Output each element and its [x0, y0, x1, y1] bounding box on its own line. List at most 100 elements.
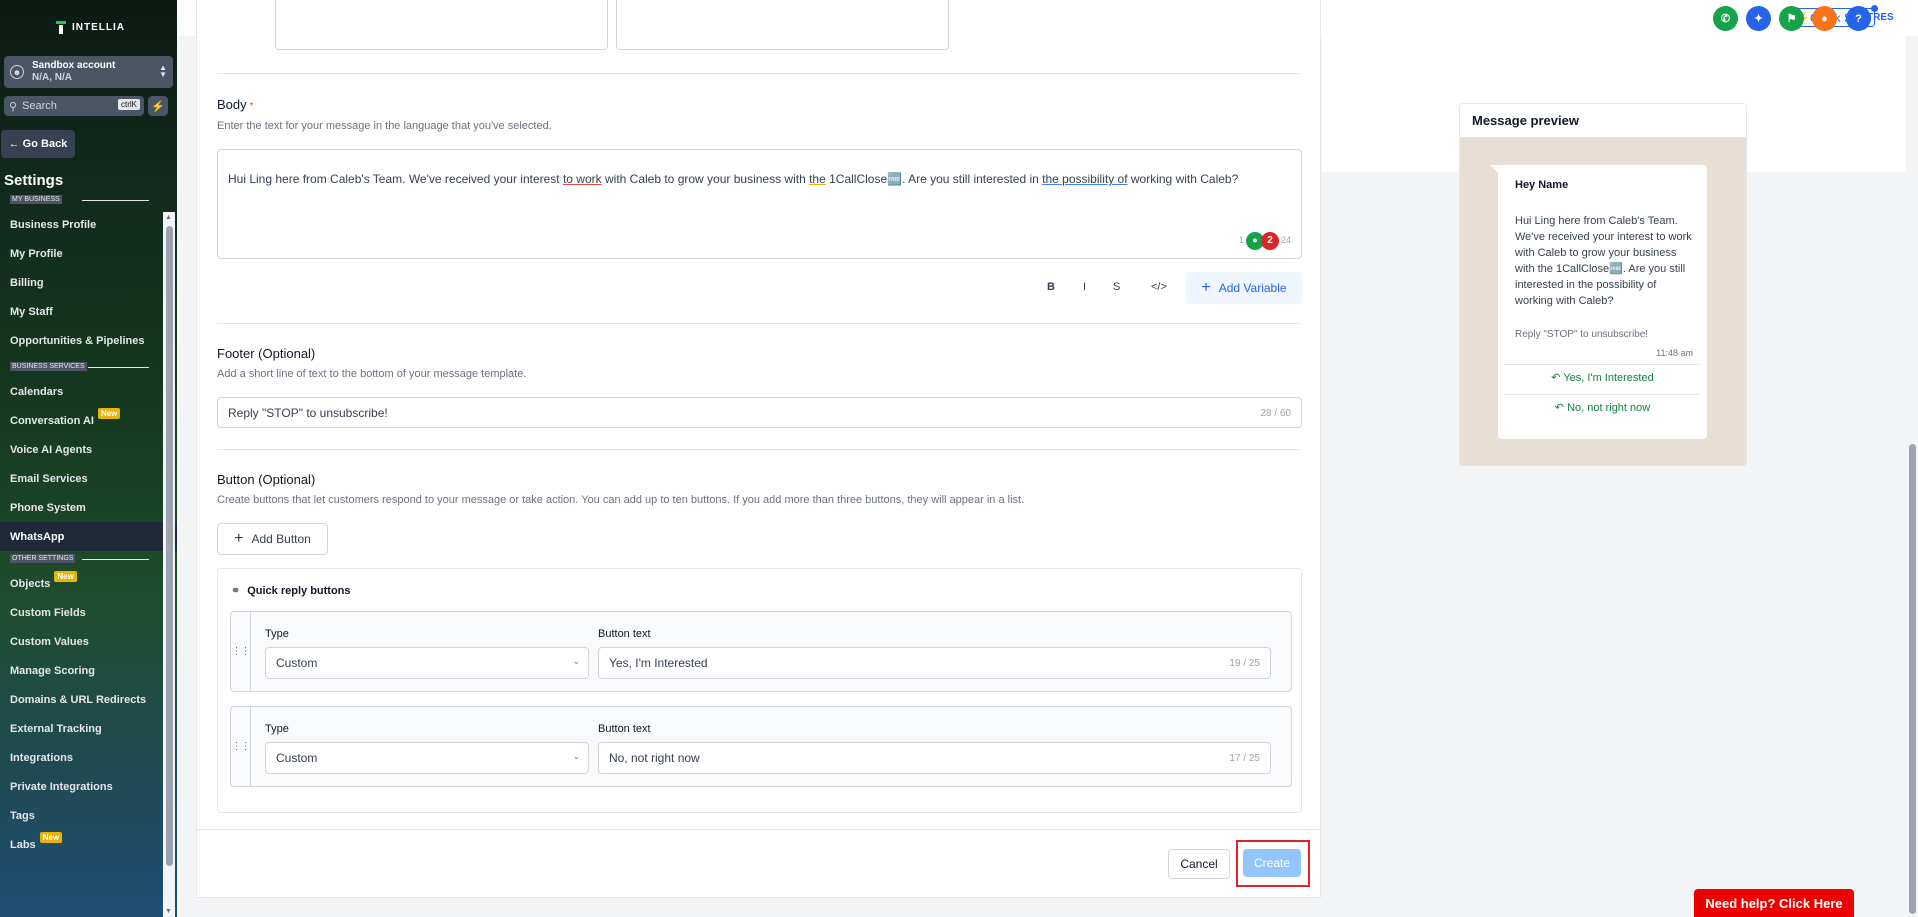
sidebar-search[interactable]: ⚲ Search ctrlK — [4, 96, 144, 116]
sidebar-item-calendars[interactable]: Calendars — [0, 377, 177, 406]
grammar-checker[interactable]: 1 ● 2 24 — [1239, 231, 1291, 250]
language-select[interactable] — [616, 0, 949, 50]
add-variable-label: Add Variable — [1218, 281, 1287, 295]
sidebar-item-labs[interactable]: Labs New — [0, 830, 177, 859]
section-business-services: BUSINESS SERVICES — [0, 359, 177, 377]
preview-reply-1: ↶ Yes, I'm Interested — [1551, 372, 1654, 384]
category-select[interactable] — [275, 0, 608, 50]
button-text-input[interactable]: Yes, I'm Interested 19 / 25 — [598, 647, 1271, 679]
sidebar-item-tags[interactable]: Tags — [0, 801, 177, 830]
chevron-down-icon: ⌄ — [572, 751, 580, 761]
page-scrollbar[interactable] — [1906, 36, 1918, 917]
account-name: Sandbox account — [32, 60, 116, 71]
sidebar-item-objects[interactable]: Objects New — [0, 569, 177, 598]
search-icon: ⚲ — [9, 100, 18, 113]
type-select[interactable]: Custom ⌄ — [265, 647, 589, 679]
preview-header: Hey Name — [1515, 179, 1569, 191]
divider — [217, 449, 1300, 450]
sidebar-item-email-services[interactable]: Email Services — [0, 464, 177, 493]
grammar-issues-count[interactable]: 2 — [1260, 231, 1279, 250]
reply-icon: ↶ — [1551, 372, 1561, 384]
template-form: Body * Enter the text for your message in… — [196, 0, 1321, 898]
type-label: Type — [265, 723, 289, 735]
sidebar-item-integrations[interactable]: Integrations — [0, 743, 177, 772]
add-button-button[interactable]: + Add Button — [217, 523, 328, 555]
preview-reply-2: ↶ No, not right now — [1554, 402, 1651, 414]
magic-wand-icon[interactable]: ✦ — [1746, 6, 1771, 31]
page-scroll-thumb[interactable] — [1909, 444, 1916, 914]
megaphone-icon[interactable]: ⚑ — [1779, 6, 1804, 31]
body-label: Body * — [217, 97, 254, 112]
preview-footer: Reply "STOP" to unsubscribe! — [1515, 329, 1649, 340]
section-other-settings: OTHER SETTINGS — [0, 551, 177, 569]
italic-button[interactable]: I — [1083, 281, 1086, 293]
divider — [1504, 364, 1701, 365]
scroll-up-icon[interactable]: ▲ — [165, 214, 172, 221]
body-textarea[interactable]: Hui Ling here from Caleb's Team. We've r… — [217, 149, 1302, 259]
add-variable-button[interactable]: + Add Variable — [1186, 272, 1302, 304]
user-initials[interactable]: TRES — [1867, 12, 1894, 23]
type-select[interactable]: Custom ⌄ — [265, 742, 589, 774]
preview-title: Message preview — [1460, 104, 1746, 138]
chevron-down-icon: ⌄ — [572, 656, 580, 666]
drag-handle-icon[interactable]: ⋮⋮ — [231, 707, 251, 786]
quick-reply-row: ⋮⋮ Type Button text Custom ⌄ No, not rig… — [230, 706, 1292, 787]
preview-chat-background: Hey Name Hui Ling here from Caleb's Team… — [1460, 138, 1746, 465]
sidebar-item-private-integrations[interactable]: Private Integrations — [0, 772, 177, 801]
sidebar-item-business-profile[interactable]: Business Profile — [0, 210, 177, 239]
sidebar-item-external-tracking[interactable]: External Tracking — [0, 714, 177, 743]
quick-reply-icon: ⚭ — [231, 585, 241, 597]
sidebar-item-opportunities[interactable]: Opportunities & Pipelines — [0, 326, 177, 355]
plus-icon: + — [1201, 279, 1211, 296]
create-button[interactable]: Create — [1243, 849, 1301, 877]
bold-button[interactable]: B — [1047, 281, 1055, 293]
sidebar-item-voice-ai[interactable]: Voice AI Agents — [0, 435, 177, 464]
cancel-button[interactable]: Cancel — [1168, 849, 1230, 879]
sidebar-item-my-profile[interactable]: My Profile — [0, 239, 177, 268]
quick-action-button[interactable]: ⚡ — [148, 96, 168, 116]
button-text-label: Button text — [598, 628, 651, 640]
settings-title: Settings — [4, 172, 64, 189]
sidebar-item-whatsapp[interactable]: WhatsApp — [0, 522, 177, 551]
sidebar-item-phone-system[interactable]: Phone System — [0, 493, 177, 522]
account-switcher[interactable]: ☻ Sandbox account N/A, N/A ▲ ▼ — [4, 56, 173, 88]
footer-hint: Add a short line of text to the bottom o… — [217, 368, 527, 380]
account-location: N/A, N/A — [32, 72, 72, 83]
go-back-button[interactable]: ← Go Back — [1, 130, 75, 158]
create-button-highlight: Create — [1236, 840, 1310, 887]
code-button[interactable]: </> — [1151, 281, 1167, 293]
sidebar-item-domains[interactable]: Domains & URL Redirects — [0, 685, 177, 714]
new-badge: New — [97, 408, 121, 419]
app-logo[interactable]: INTELLIA — [0, 0, 177, 36]
add-button-label: Add Button — [251, 532, 311, 546]
sidebar: INTELLIA ☻ Sandbox account N/A, N/A ▲ ▼ ⚲… — [0, 0, 177, 917]
quick-reply-row: ⋮⋮ Type Button text Custom ⌄ Yes, I'm In… — [230, 611, 1292, 692]
need-help-button[interactable]: Need help? Click Here — [1694, 889, 1854, 917]
divider — [1504, 394, 1701, 395]
button-hint: Create buttons that let customers respon… — [217, 494, 1025, 506]
button-text-input[interactable]: No, not right now 17 / 25 — [598, 742, 1271, 774]
sidebar-item-manage-scoring[interactable]: Manage Scoring — [0, 656, 177, 685]
divider — [217, 73, 1300, 74]
divider — [217, 323, 1300, 324]
phone-icon[interactable]: ✆ — [1713, 6, 1738, 31]
preview-message-bubble: Hey Name Hui Ling here from Caleb's Team… — [1490, 165, 1707, 439]
drag-handle-icon[interactable]: ⋮⋮ — [231, 612, 251, 691]
required-mark: * — [249, 101, 254, 112]
sidebar-scrollbar[interactable]: ▲ ▼ — [163, 212, 175, 917]
quick-reply-panel: ⚭ Quick reply buttons ⋮⋮ Type Button tex… — [217, 568, 1302, 813]
sidebar-item-custom-fields[interactable]: Custom Fields — [0, 598, 177, 627]
sidebar-item-custom-values[interactable]: Custom Values — [0, 627, 177, 656]
button-text-counter: 17 / 25 — [1229, 753, 1260, 764]
sidebar-item-conversation-ai[interactable]: Conversation AI New — [0, 406, 177, 435]
sidebar-item-my-staff[interactable]: My Staff — [0, 297, 177, 326]
strikethrough-button[interactable]: S — [1113, 281, 1120, 293]
logo-text: INTELLIA — [72, 21, 125, 33]
preview-body-text: Hui Ling here from Caleb's Team. We've r… — [1515, 215, 1692, 307]
sidebar-scroll-thumb[interactable] — [166, 226, 173, 866]
bell-icon[interactable]: ● — [1812, 6, 1837, 31]
sidebar-item-billing[interactable]: Billing — [0, 268, 177, 297]
scroll-down-icon[interactable]: ▼ — [165, 908, 172, 915]
footer-input[interactable]: Reply "STOP" to unsubscribe! 28 / 60 — [217, 397, 1302, 428]
button-text-label: Button text — [598, 723, 651, 735]
